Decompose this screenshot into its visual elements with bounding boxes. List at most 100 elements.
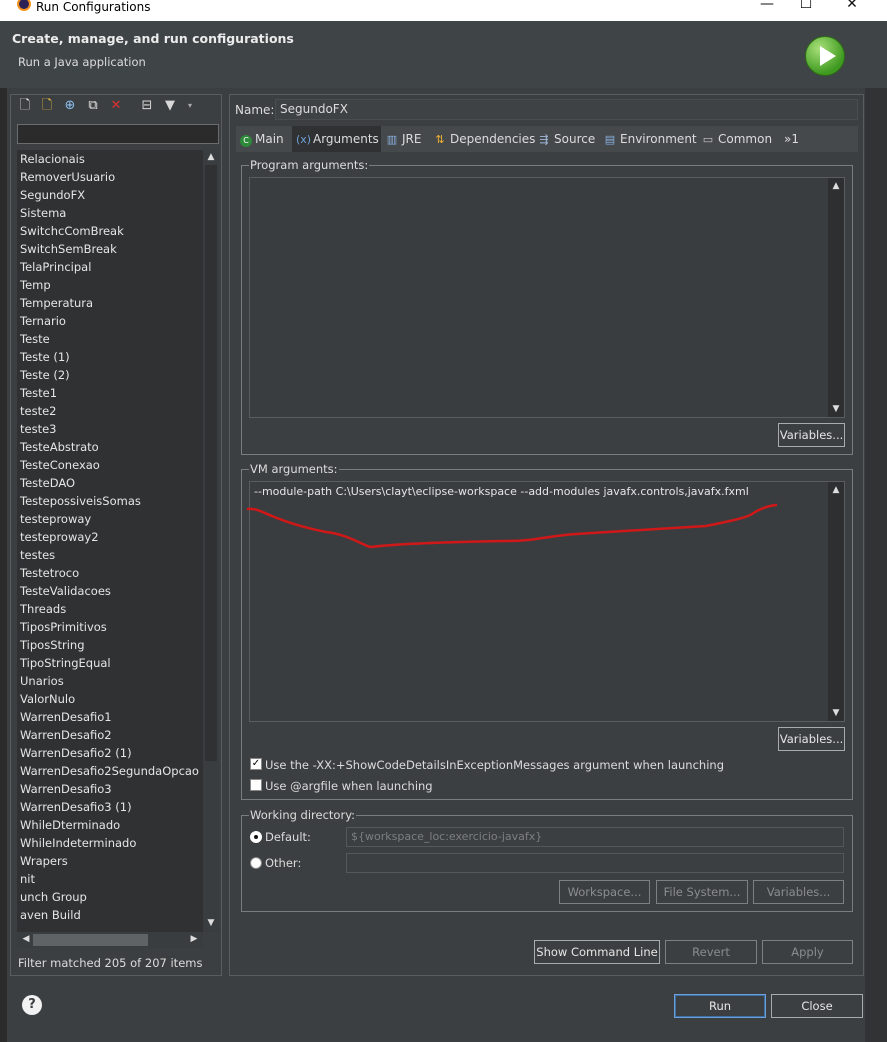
list-item[interactable]: TestepossiveisSomas: [20, 492, 141, 510]
list-item[interactable]: Teste (2): [20, 366, 70, 384]
tree-scroll-thumb[interactable]: [205, 165, 217, 761]
list-item[interactable]: teste2: [20, 402, 56, 420]
list-item[interactable]: Ternario: [20, 312, 66, 330]
other-radio[interactable]: [250, 857, 262, 869]
scroll-right-icon[interactable]: ▶: [186, 934, 202, 944]
list-item[interactable]: Temperatura: [20, 294, 93, 312]
list-item[interactable]: TesteValidacoes: [20, 582, 111, 600]
list-item[interactable]: testes: [20, 546, 55, 564]
list-item[interactable]: WarrenDesafio2 (1): [20, 744, 132, 762]
list-item[interactable]: Relacionais: [20, 150, 85, 168]
show-details-checkbox[interactable]: ✓: [250, 758, 262, 770]
scroll-up-icon[interactable]: ▲: [828, 485, 844, 495]
list-item[interactable]: aven Build: [20, 906, 81, 924]
run-launch-icon: [805, 36, 845, 76]
scroll-down-icon[interactable]: ▼: [828, 708, 844, 718]
list-item[interactable]: ValorNulo: [20, 690, 75, 708]
filter-input[interactable]: [17, 124, 219, 144]
configuration-tree[interactable]: Relacionais RemoverUsuario SegundoFX Sistem…: [17, 150, 203, 932]
list-item[interactable]: Sistema: [20, 204, 66, 222]
revert-button[interactable]: Revert: [665, 940, 757, 964]
list-item[interactable]: TiposString: [20, 636, 85, 654]
list-item[interactable]: WarrenDesafio1: [20, 708, 112, 726]
close-window-button[interactable]: ✕: [829, 0, 875, 21]
tab-arguments[interactable]: (x) Arguments: [292, 126, 381, 152]
delete-icon[interactable]: ✕: [109, 99, 123, 113]
scroll-up-icon[interactable]: ▲: [203, 152, 219, 162]
working-dir-variables-button[interactable]: Variables...: [753, 880, 844, 904]
program-arguments-textarea[interactable]: [249, 177, 845, 418]
dialog-title: Create, manage, and run configurations: [12, 31, 294, 46]
list-item[interactable]: teste3: [20, 420, 56, 438]
list-item[interactable]: nit: [20, 870, 35, 888]
list-item[interactable]: TesteAbstrato: [20, 438, 99, 456]
list-item[interactable]: RemoverUsuario: [20, 168, 115, 186]
tab-source[interactable]: ⇶ Source: [537, 126, 595, 152]
list-item[interactable]: WhileDterminado: [20, 816, 120, 834]
new-prototype-icon[interactable]: 🗋: [40, 99, 54, 113]
scroll-left-icon[interactable]: ◀: [18, 934, 34, 944]
scroll-down-icon[interactable]: ▼: [828, 404, 844, 414]
list-item[interactable]: TelaPrincipal: [20, 258, 91, 276]
program-args-scrollbar[interactable]: [828, 178, 844, 417]
new-configuration-icon[interactable]: 🗋: [18, 99, 32, 113]
argfile-checkbox[interactable]: [250, 779, 262, 791]
scroll-down-icon[interactable]: ▼: [203, 918, 219, 928]
jre-icon: ▥: [386, 133, 398, 146]
list-item[interactable]: WarrenDesafio3 (1): [20, 798, 132, 816]
list-item[interactable]: unch Group: [20, 888, 87, 906]
scroll-up-icon[interactable]: ▲: [828, 181, 844, 191]
default-radio[interactable]: [250, 831, 262, 843]
maximize-button[interactable]: ☐: [783, 0, 829, 21]
list-item[interactable]: Teste: [20, 330, 50, 348]
list-item[interactable]: Testetroco: [20, 564, 79, 582]
list-item[interactable]: WarrenDesafio2: [20, 726, 112, 744]
list-item[interactable]: WhileIndeterminado: [20, 834, 136, 852]
list-item[interactable]: TesteDAO: [20, 474, 75, 492]
tab-environment[interactable]: ▤ Environment: [603, 126, 697, 152]
list-item[interactable]: TipoStringEqual: [20, 654, 111, 672]
list-item[interactable]: WarrenDesafio2SegundaOpcao: [20, 762, 199, 780]
tab-common[interactable]: ▭ Common: [701, 126, 772, 152]
duplicate-icon[interactable]: ⧉: [86, 99, 100, 113]
list-item[interactable]: Teste (1): [20, 348, 70, 366]
tab-more[interactable]: »1: [784, 126, 799, 152]
dialog-subtitle: Run a Java application: [18, 55, 146, 69]
list-item[interactable]: Threads: [20, 600, 66, 618]
program-args-variables-button[interactable]: Variables...: [778, 423, 845, 447]
show-command-line-button[interactable]: Show Command Line: [534, 940, 660, 964]
run-button[interactable]: Run: [674, 994, 766, 1018]
list-item[interactable]: TesteConexao: [20, 456, 100, 474]
vm-args-variables-button[interactable]: Variables...: [778, 727, 845, 751]
other-directory-field[interactable]: [346, 853, 844, 873]
list-item[interactable]: Wrapers: [20, 852, 68, 870]
file-system-button[interactable]: File System...: [656, 880, 748, 904]
tree-hscroll-thumb[interactable]: [33, 934, 148, 946]
name-field[interactable]: SegundoFX: [275, 99, 858, 120]
list-item[interactable]: Teste1: [20, 384, 57, 402]
tab-dependencies[interactable]: ⇅ Dependencies: [433, 126, 535, 152]
list-item[interactable]: WarrenDesafio3: [20, 780, 112, 798]
tab-jre[interactable]: ▥ JRE: [385, 126, 422, 152]
list-item[interactable]: TiposPrimitivos: [20, 618, 107, 636]
filter-dropdown-icon[interactable]: ▾: [183, 99, 197, 113]
apply-button[interactable]: Apply: [762, 940, 853, 964]
list-item[interactable]: testeproway: [20, 510, 91, 528]
tab-main[interactable]: C Main: [240, 126, 284, 152]
filter-icon[interactable]: ▼: [163, 99, 177, 113]
list-item[interactable]: SwitchSemBreak: [20, 240, 117, 258]
name-label: Name:: [235, 103, 275, 117]
title-bar: Run Configurations — ☐ ✕: [0, 0, 887, 21]
workspace-button[interactable]: Workspace...: [559, 880, 650, 904]
list-item[interactable]: SwitchcComBreak: [20, 222, 124, 240]
list-item[interactable]: SegundoFX: [20, 186, 85, 204]
vm-args-scrollbar[interactable]: [828, 482, 844, 721]
list-item[interactable]: Temp: [20, 276, 51, 294]
list-item[interactable]: testeproway2: [20, 528, 99, 546]
export-icon[interactable]: ⊕: [63, 99, 77, 113]
collapse-all-icon[interactable]: ⊟: [140, 99, 154, 113]
list-item[interactable]: Unarios: [20, 672, 64, 690]
red-underline-annotation: [246, 503, 778, 549]
close-button[interactable]: Close: [771, 994, 863, 1018]
help-icon[interactable]: ?: [22, 995, 42, 1015]
